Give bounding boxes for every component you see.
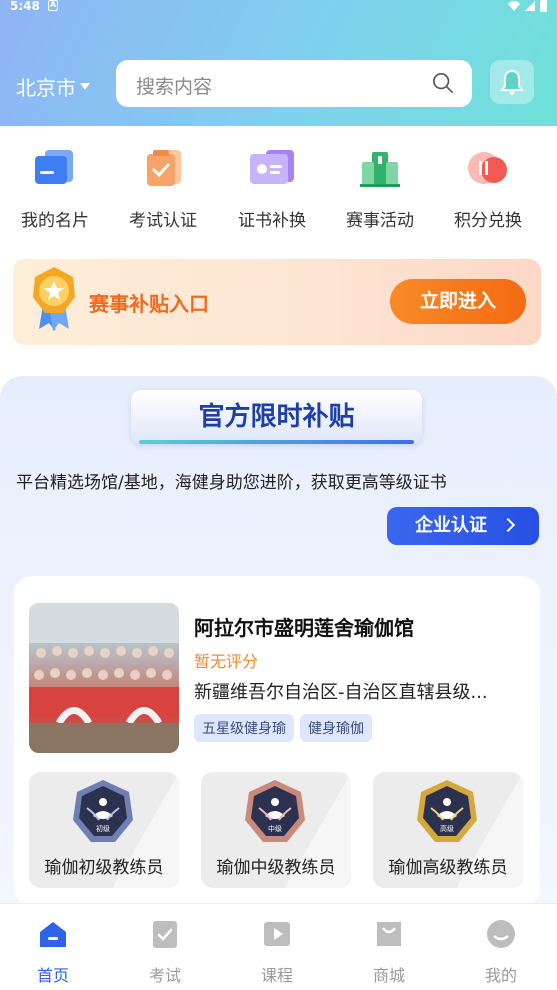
section-title: 官方限时补贴: [198, 402, 355, 432]
cert-label: 瑜伽高级教练员: [388, 858, 508, 878]
quick-label: 赛事活动: [346, 211, 414, 231]
quick-label: 我的名片: [21, 211, 89, 231]
tab-home[interactable]: 首页: [13, 918, 93, 986]
exam-icon: [139, 144, 187, 192]
cert-label: 瑜伽中级教练员: [216, 858, 336, 878]
shopping-bag-icon: [377, 922, 401, 946]
venue-name: 阿拉尔市盛明莲舍瑜伽馆: [194, 616, 414, 640]
tab-label: 商城: [372, 966, 405, 985]
cert-card-intermediate[interactable]: 中级 瑜伽中级教练员: [201, 772, 351, 888]
venue-address: 新疆维吾尔自治区-自治区直辖县级...: [194, 682, 488, 703]
yoga-badge-icon: 中级: [245, 780, 305, 842]
cert-card-advanced[interactable]: 高级 瑜伽高级教练员: [373, 772, 523, 888]
tab-mall[interactable]: 商城: [349, 918, 429, 986]
battery-icon: [540, 0, 547, 12]
tab-profile[interactable]: 我的: [461, 918, 541, 986]
tab-course[interactable]: 课程: [237, 918, 317, 986]
title-underline: [139, 440, 414, 444]
quick-item-events[interactable]: 赛事活动: [330, 140, 430, 231]
bottom-tab-bar: 首页 考试 课程 商城 我的: [0, 903, 557, 990]
city-selector[interactable]: 北京市: [16, 72, 90, 101]
card-icon: [31, 144, 79, 192]
yoga-badge-icon: 高级: [417, 780, 477, 842]
quick-label: 证书补换: [238, 211, 306, 231]
quick-label: 积分兑换: [454, 211, 522, 231]
quick-item-exam[interactable]: 考试认证: [113, 140, 213, 231]
notification-a-icon: A: [48, 0, 58, 11]
tab-label: 首页: [36, 966, 69, 985]
enterprise-cert-label: 企业认证: [415, 515, 487, 536]
subsidy-banner[interactable]: 赛事补贴入口 立即进入: [13, 259, 541, 345]
notification-button[interactable]: [490, 60, 534, 104]
profile-icon: [487, 920, 515, 948]
tab-exam[interactable]: 考试: [125, 918, 205, 986]
city-label: 北京市: [16, 76, 76, 100]
system-icons: [508, 0, 547, 12]
quick-label: 考试认证: [129, 211, 197, 231]
yoga-badge-icon: 初级: [73, 780, 133, 842]
podium-icon: [356, 144, 404, 192]
bell-icon: [500, 69, 524, 95]
section-description: 平台精选场馆/基地，海健身助您进阶，获取更高等级证书: [16, 473, 447, 493]
wifi-icon: [508, 1, 520, 11]
certificate-icon: [248, 144, 296, 192]
search-icon: [433, 73, 453, 93]
play-video-icon: [264, 922, 290, 946]
venue-tag: 五星级健身瑜: [194, 714, 294, 742]
cert-level-label: 中级: [268, 824, 282, 833]
status-bar: 5:48 A: [0, 0, 557, 14]
tab-label: 我的: [484, 966, 517, 985]
signal-icon: [525, 1, 535, 11]
quick-item-certificate[interactable]: 证书补换: [222, 140, 322, 231]
quick-item-points[interactable]: 积分兑换: [438, 140, 538, 231]
tab-label: 考试: [148, 966, 181, 985]
chevron-right-icon: [500, 517, 516, 533]
search-input[interactable]: 搜索内容: [116, 60, 472, 107]
official-subsidy-section: 官方限时补贴 平台精选场馆/基地，海健身助您进阶，获取更高等级证书 企业认证 阿…: [0, 376, 557, 936]
cert-card-beginner[interactable]: 初级 瑜伽初级教练员: [29, 772, 179, 888]
venue-tags: 五星级健身瑜 健身瑜伽: [194, 714, 372, 742]
venue-rating: 暂无评分: [194, 652, 259, 671]
section-title-pill: 官方限时补贴: [131, 390, 422, 444]
venue-tag: 健身瑜伽: [300, 714, 372, 742]
header: 5:48 A 北京市 搜索内容: [0, 0, 557, 126]
cert-level-label: 高级: [440, 824, 454, 833]
points-icon: [464, 144, 512, 192]
search-placeholder: 搜索内容: [136, 76, 213, 98]
home-icon: [40, 922, 66, 947]
tab-label: 课程: [260, 966, 293, 985]
enter-now-button[interactable]: 立即进入: [390, 279, 526, 324]
cert-level-label: 初级: [96, 824, 110, 833]
venue-card[interactable]: 阿拉尔市盛明莲舍瑜伽馆 暂无评分 新疆维吾尔自治区-自治区直辖县级... 五星级…: [14, 576, 540, 906]
enterprise-cert-button[interactable]: 企业认证: [387, 507, 539, 545]
banner-title: 赛事补贴入口: [89, 292, 209, 316]
caret-down-icon: [80, 83, 90, 90]
venue-photo: [29, 603, 179, 753]
exam-tab-icon: [153, 921, 177, 948]
medal-icon: [33, 267, 75, 331]
quick-item-card[interactable]: 我的名片: [5, 140, 105, 231]
quick-menu: 我的名片 考试认证 证书补换 赛事活动 积分兑换: [0, 140, 557, 240]
cert-label: 瑜伽初级教练员: [44, 858, 164, 878]
status-time: 5:48: [10, 0, 40, 13]
